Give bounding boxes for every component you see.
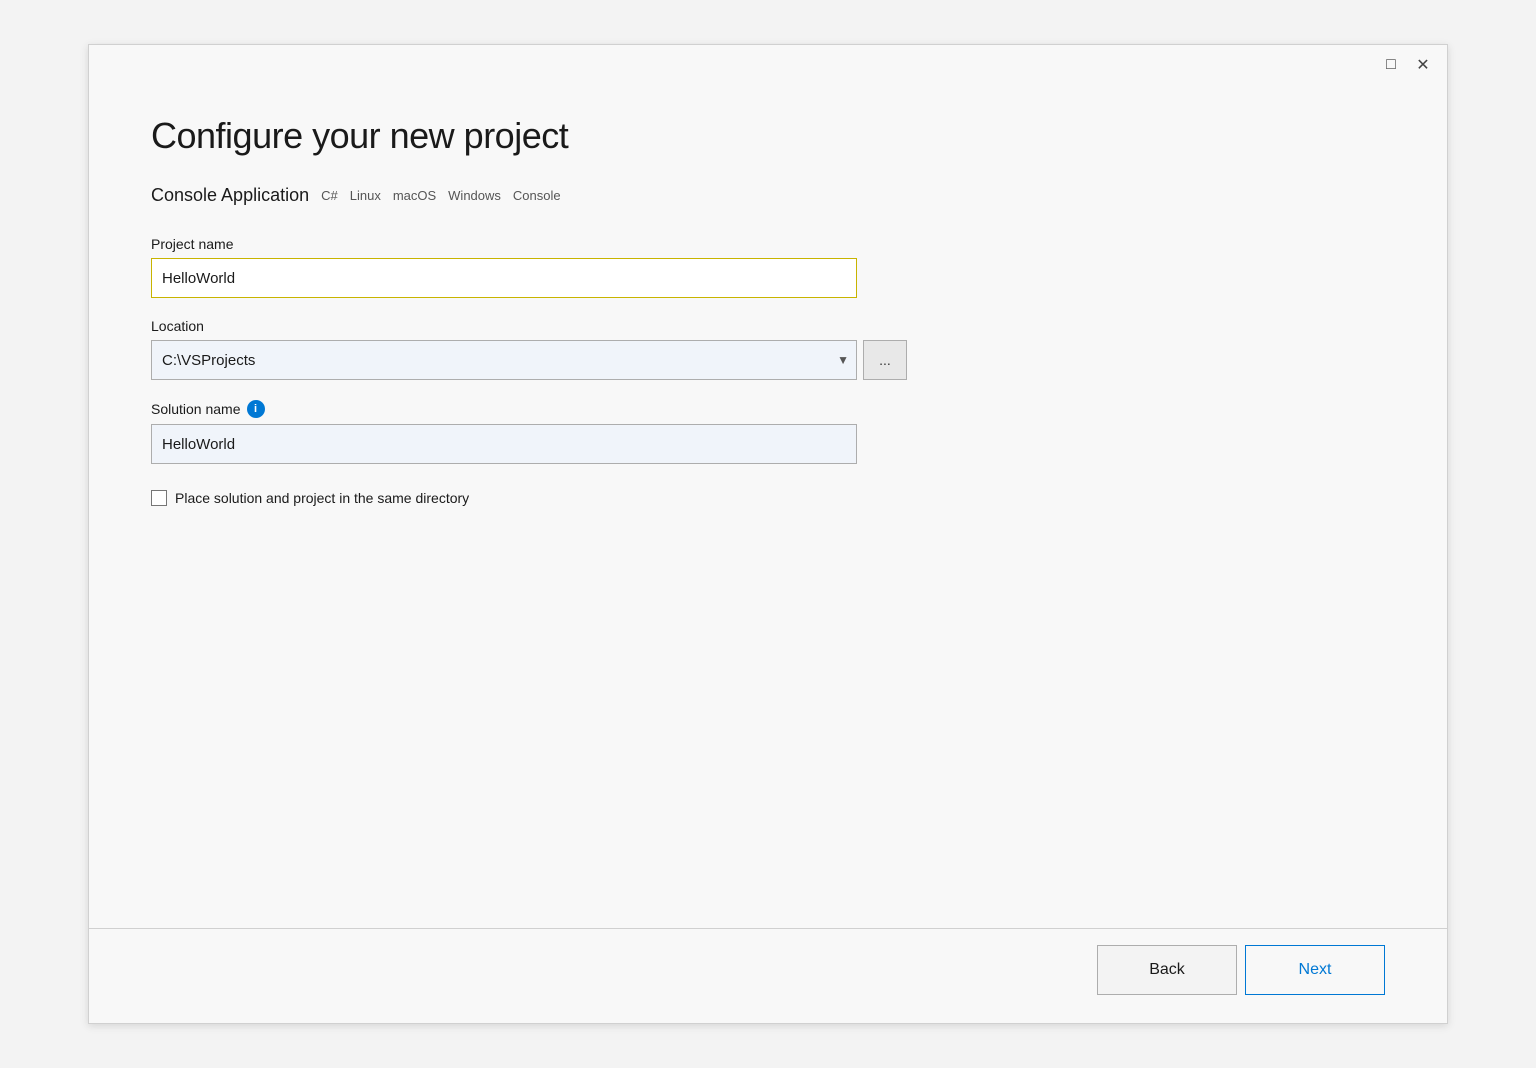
tag-linux: Linux — [350, 186, 381, 205]
project-name-input[interactable] — [151, 258, 857, 298]
page-title: Configure your new project — [151, 115, 1385, 157]
solution-name-label: Solution name i — [151, 400, 1385, 418]
tag-macos: macOS — [393, 186, 436, 205]
subtitle-row: Console Application C# Linux macOS Windo… — [151, 185, 1385, 206]
location-label: Location — [151, 318, 1385, 334]
same-directory-row: Place solution and project in the same d… — [151, 490, 1385, 506]
close-button[interactable]: ✕ — [1413, 55, 1433, 75]
same-directory-checkbox[interactable] — [151, 490, 167, 506]
solution-name-input[interactable] — [151, 424, 857, 464]
minimize-button[interactable]: □ — [1381, 55, 1401, 75]
tag-console: Console — [513, 186, 561, 205]
back-button[interactable]: Back — [1097, 945, 1237, 995]
content-area: Configure your new project Console Appli… — [89, 85, 1447, 928]
form: Project name Location C:\VSProjects ▼ ..… — [151, 236, 1385, 506]
location-select[interactable]: C:\VSProjects — [151, 340, 857, 380]
project-name-group: Project name — [151, 236, 1385, 298]
tag-csharp: C# — [321, 186, 338, 205]
footer: Back Next — [89, 929, 1447, 1023]
project-name-label: Project name — [151, 236, 1385, 252]
configure-project-window: □ ✕ Configure your new project Console A… — [88, 44, 1448, 1024]
project-type-label: Console Application — [151, 185, 309, 206]
same-directory-label: Place solution and project in the same d… — [175, 490, 469, 506]
location-select-wrapper: C:\VSProjects ▼ — [151, 340, 857, 380]
location-group: Location C:\VSProjects ▼ ... — [151, 318, 1385, 380]
solution-name-group: Solution name i — [151, 400, 1385, 464]
location-row: C:\VSProjects ▼ ... — [151, 340, 1385, 380]
tag-windows: Windows — [448, 186, 501, 205]
solution-name-info-icon: i — [247, 400, 265, 418]
next-button[interactable]: Next — [1245, 945, 1385, 995]
browse-button[interactable]: ... — [863, 340, 907, 380]
title-bar: □ ✕ — [89, 45, 1447, 85]
